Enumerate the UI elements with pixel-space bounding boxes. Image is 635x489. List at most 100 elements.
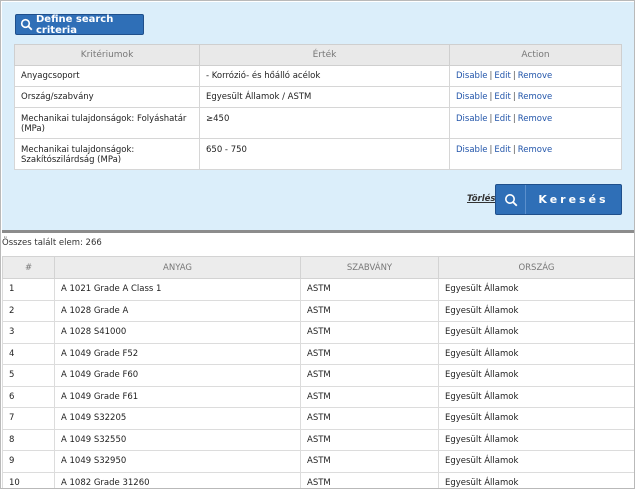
table-row[interactable]: 7A 1049 S32205 ASTM Egyesült Államok: [2, 407, 634, 430]
material-cell: A 1028 S41000: [54, 321, 301, 344]
action-cell: Disable | Edit | Remove: [449, 65, 622, 87]
standard-cell: ASTM: [300, 342, 439, 365]
standard-cell: ASTM: [300, 385, 439, 408]
results-header-row: # ANYAG SZABVÁNY ORSZÁG: [2, 256, 634, 279]
criteria-row: Ország/szabvány Egyesült Államok / ASTM …: [14, 86, 622, 108]
table-row[interactable]: 6A 1049 Grade F61 ASTM Egyesült Államok: [2, 385, 634, 408]
standard-col-header[interactable]: SZABVÁNY: [300, 256, 439, 279]
table-row[interactable]: 4A 1049 Grade F52 ASTM Egyesült Államok: [2, 342, 634, 365]
standard-cell: ASTM: [300, 471, 439, 488]
country-cell: Egyesült Államok: [438, 407, 634, 430]
standard-cell: ASTM: [300, 278, 439, 301]
row-number-cell: 9: [2, 450, 55, 473]
criterion-cell: Anyagcsoport: [14, 65, 200, 87]
table-row[interactable]: 2A 1028 Grade A ASTM Egyesült Államok: [2, 299, 634, 322]
separator: |: [512, 92, 516, 102]
remove-link[interactable]: Remove: [518, 114, 553, 124]
define-search-criteria-button[interactable]: Define search criteria: [15, 13, 144, 36]
edit-link[interactable]: Edit: [494, 92, 510, 102]
material-cell: A 1021 Grade A Class 1: [54, 278, 301, 301]
material-cell: A 1028 Grade A: [54, 299, 301, 322]
criteria-row: Mechanikai tulajdonságok: Szakítószilárd…: [14, 138, 622, 170]
row-number-cell: 6: [2, 385, 55, 408]
value-cell: 650 - 750: [199, 138, 450, 170]
table-row[interactable]: 8A 1049 S32550 ASTM Egyesült Államok: [2, 428, 634, 451]
disable-link[interactable]: Disable: [456, 71, 488, 81]
search-icon: [20, 18, 33, 31]
standard-cell: ASTM: [300, 321, 439, 344]
search-icon-box: [496, 185, 526, 214]
country-cell: Egyesült Államok: [438, 450, 634, 473]
criterion-cell: Ország/szabvány: [14, 86, 200, 108]
table-row[interactable]: 9A 1049 S32950 ASTM Egyesült Államok: [2, 450, 634, 473]
value-cell: - Korrózió- és hőálló acélok: [199, 65, 450, 87]
row-number-cell: 3: [2, 321, 55, 344]
country-cell: Egyesült Államok: [438, 299, 634, 322]
material-cell: A 1049 S32950: [54, 450, 301, 473]
material-cell: A 1049 Grade F60: [54, 364, 301, 387]
disable-link[interactable]: Disable: [456, 145, 488, 155]
value-col-header: Érték: [199, 44, 450, 66]
define-search-criteria-label: Define search criteria: [36, 13, 114, 36]
criterion-cell: Mechanikai tulajdonságok: Folyáshatár (M…: [14, 107, 200, 139]
country-cell: Egyesült Államok: [438, 342, 634, 365]
standard-cell: ASTM: [300, 428, 439, 451]
material-cell: A 1049 Grade F61: [54, 385, 301, 408]
separator: |: [512, 145, 516, 155]
disable-link[interactable]: Disable: [456, 92, 488, 102]
country-cell: Egyesült Államok: [438, 385, 634, 408]
search-button-label: Keresés: [538, 193, 609, 206]
country-cell: Egyesült Államok: [438, 364, 634, 387]
results-table: # ANYAG SZABVÁNY ORSZÁG 1A 1021 Grade A …: [2, 256, 634, 488]
edit-link[interactable]: Edit: [494, 114, 510, 124]
country-cell: Egyesült Államok: [438, 321, 634, 344]
separator: |: [512, 71, 516, 81]
search-button[interactable]: Keresés: [495, 184, 622, 215]
table-row[interactable]: 1A 1021 Grade A Class 1 ASTM Egyesült Álla…: [2, 278, 634, 301]
standard-cell: ASTM: [300, 364, 439, 387]
criteria-row: Anyagcsoport - Korrózió- és hőálló acélo…: [14, 65, 622, 87]
clear-link[interactable]: Törlés: [467, 194, 495, 204]
edit-link[interactable]: Edit: [494, 71, 510, 81]
disable-link[interactable]: Disable: [456, 114, 488, 124]
row-number-cell: 10: [2, 471, 55, 488]
separator: |: [512, 114, 516, 124]
table-row[interactable]: 3A 1028 S41000 ASTM Egyesült Államok: [2, 321, 634, 344]
country-cell: Egyesült Államok: [438, 428, 634, 451]
criteria-col-header: Kritériumok: [14, 44, 200, 66]
search-icon: [504, 193, 517, 206]
value-cell: ≥450: [199, 107, 450, 139]
table-row[interactable]: 5A 1049 Grade F60 ASTM Egyesült Államok: [2, 364, 634, 387]
material-col-header[interactable]: ANYAG: [54, 256, 301, 279]
row-number-cell: 4: [2, 342, 55, 365]
criteria-row: Mechanikai tulajdonságok: Folyáshatár (M…: [14, 107, 622, 139]
num-col-header[interactable]: #: [2, 256, 55, 279]
action-col-header: Action: [449, 44, 622, 66]
material-cell: A 1049 S32550: [54, 428, 301, 451]
criteria-header-row: Kritériumok Érték Action: [14, 44, 622, 66]
action-cell: Disable | Edit | Remove: [449, 86, 622, 108]
action-cell: Disable | Edit | Remove: [449, 138, 622, 170]
action-cell: Disable | Edit | Remove: [449, 107, 622, 139]
material-cell: A 1049 S32205: [54, 407, 301, 430]
material-cell: A 1049 Grade F52: [54, 342, 301, 365]
country-cell: Egyesült Államok: [438, 278, 634, 301]
row-number-cell: 7: [2, 407, 55, 430]
standard-cell: ASTM: [300, 407, 439, 430]
page-frame: Define search criteria Kritériumok Érték…: [0, 0, 635, 489]
remove-link[interactable]: Remove: [518, 71, 553, 81]
section-divider: [2, 230, 634, 233]
standard-cell: ASTM: [300, 450, 439, 473]
row-number-cell: 8: [2, 428, 55, 451]
total-results-text: Összes talált elem: 266: [2, 238, 102, 248]
criterion-cell: Mechanikai tulajdonságok: Szakítószilárd…: [14, 138, 200, 170]
standard-cell: ASTM: [300, 299, 439, 322]
table-row[interactable]: 10 A 1082 Grade 31260 ASTM Egyesült Államok: [2, 471, 634, 488]
row-number-cell: 1: [2, 278, 55, 301]
remove-link[interactable]: Remove: [518, 145, 553, 155]
country-col-header[interactable]: ORSZÁG: [438, 256, 634, 279]
material-cell: A 1082 Grade 31260: [54, 471, 301, 488]
remove-link[interactable]: Remove: [518, 92, 553, 102]
edit-link[interactable]: Edit: [494, 145, 510, 155]
value-cell: Egyesült Államok / ASTM: [199, 86, 450, 108]
